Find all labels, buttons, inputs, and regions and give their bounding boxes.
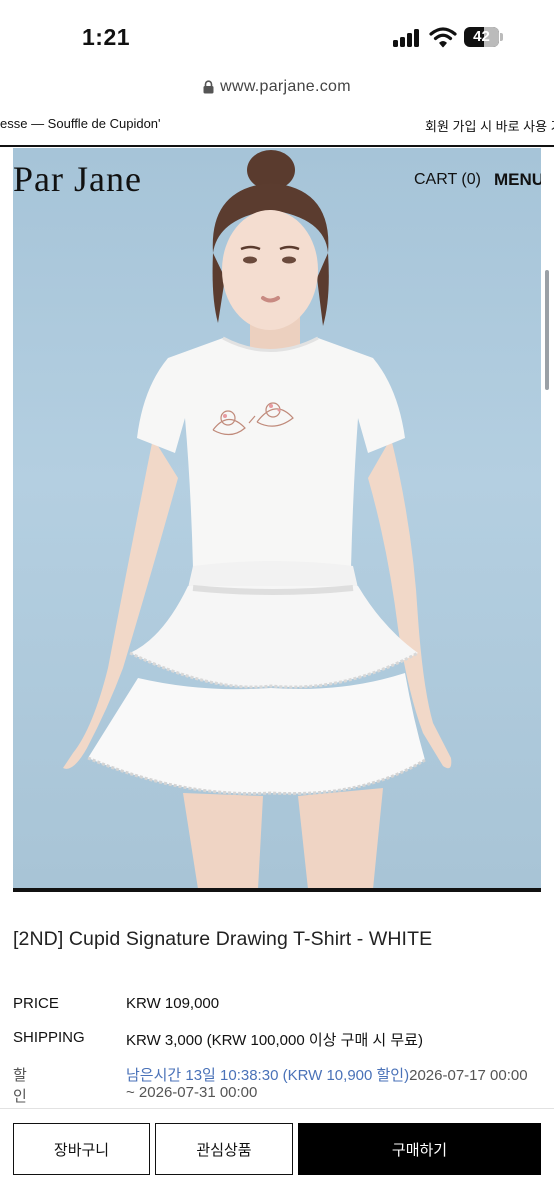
- signal-icon: [393, 29, 421, 47]
- buy-now-button[interactable]: 구매하기: [298, 1123, 541, 1175]
- address-bar[interactable]: www.parjane.com: [0, 70, 554, 104]
- shipping-label: SHIPPING: [13, 1029, 85, 1046]
- status-bar: 1:21 42: [0, 0, 554, 70]
- announcement-marquee: esse — Souffle de Cupidon' 회원 가입 시 바로 사용…: [0, 104, 554, 144]
- discount-countdown: 남은시간 13일 10:38:30 (KRW 10,900 할인): [126, 1067, 410, 1084]
- marquee-text-right: 회원 가입 시 바로 사용 가: [425, 119, 554, 134]
- add-to-cart-button[interactable]: 장바구니: [13, 1123, 150, 1175]
- model-photo: [63, 150, 452, 889]
- image-bottom-border: [13, 888, 541, 892]
- divider: [0, 145, 554, 147]
- discount-period: 남은시간 13일 10:38:30 (KRW 10,900 할인)2026-07…: [126, 1064, 528, 1085]
- discount-end: ~ 2026-07-31 00:00: [126, 1084, 258, 1101]
- product-title: [2ND] Cupid Signature Drawing T-Shirt - …: [13, 928, 433, 950]
- battery-icon: 42: [464, 27, 503, 47]
- menu-button[interactable]: MENU: [494, 170, 541, 190]
- wishlist-button[interactable]: 관심상품: [155, 1123, 293, 1175]
- price-label: PRICE: [13, 995, 59, 1012]
- product-image[interactable]: Par Jane CART (0) MENU: [13, 148, 541, 889]
- url-text[interactable]: www.parjane.com: [220, 78, 351, 96]
- battery-level: 42: [473, 28, 490, 45]
- scrollbar[interactable]: [545, 270, 549, 390]
- discount-start: 2026-07-17 00:00: [409, 1067, 528, 1084]
- brand-logo[interactable]: Par Jane: [13, 158, 142, 200]
- price-value: KRW 109,000: [126, 995, 220, 1012]
- cart-link[interactable]: CART (0): [414, 171, 481, 189]
- action-bar: 장바구니 관심상품 구매하기: [0, 1108, 554, 1200]
- wifi-icon: [429, 26, 457, 48]
- lock-icon: [203, 80, 214, 94]
- marquee-text-left: esse — Souffle de Cupidon': [0, 116, 161, 131]
- shipping-value: KRW 3,000 (KRW 100,000 이상 구매 시 무료): [126, 1032, 423, 1049]
- status-time: 1:21: [82, 24, 131, 50]
